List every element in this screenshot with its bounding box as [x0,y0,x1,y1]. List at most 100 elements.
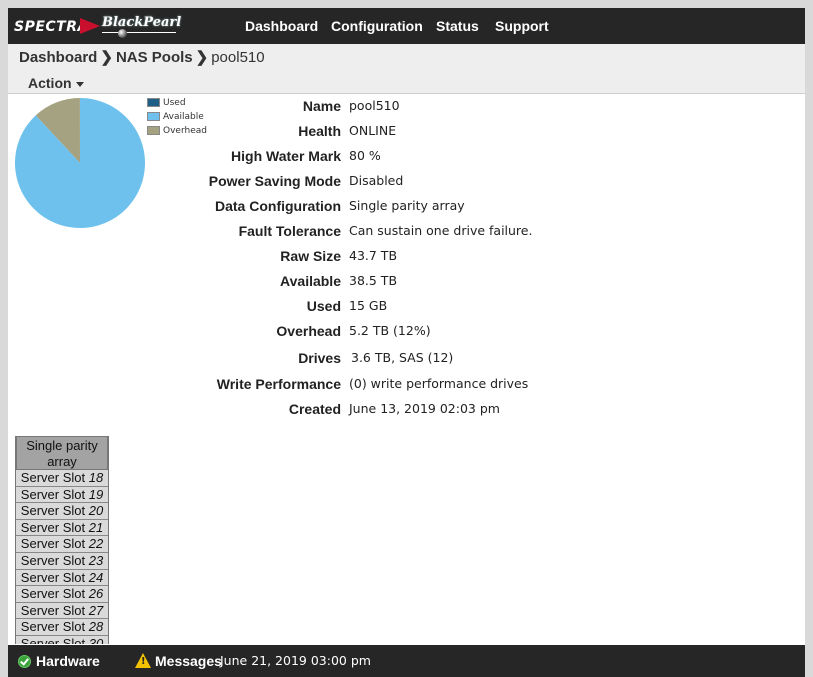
drive-slot-number: 30 [88,635,104,644]
drive-slot-number: 22 [88,536,104,552]
status-bar: Hardware ! Messages June 21, 2019 03:00 … [8,645,805,677]
property-row: Fault Tolerance Can sustain one drive fai… [8,220,805,242]
hardware-status-link[interactable]: Hardware [36,645,100,677]
logo-product: BlackPearl [102,15,182,30]
check-circle-icon [18,655,31,668]
property-value: (0) write performance drives [349,376,529,391]
breadcrumb-separator-icon: ❯ [100,49,113,66]
property-row: Data Configuration Single parity array [8,195,805,217]
property-value: 80 % [349,148,381,163]
drive-slot-row[interactable]: Server Slot 27 [16,602,108,620]
message-timestamp: June 21, 2019 03:00 pm [220,653,371,668]
top-nav-bar: SPECTRA BlackPearl Dashboard Configurati… [8,8,805,44]
nav-status[interactable]: Status [436,8,479,44]
drive-slot-row[interactable]: Server Slot 21 [16,519,108,537]
drive-table-header: Single parity array [16,436,108,470]
drive-slot-number: 24 [88,569,104,585]
drive-slot-number: 21 [88,519,104,535]
breadcrumb-current: pool510 [211,49,265,66]
property-value: 3.6 TB, SAS (12) [351,350,454,365]
property-row: High Water Mark 80 % [8,145,805,167]
property-value: Disabled [349,173,404,188]
property-row: Health ONLINE [8,120,805,142]
property-value: Single parity array [349,198,465,213]
property-label: Raw Size [280,248,341,264]
action-menu-button[interactable]: Action [28,75,84,91]
property-label: Fault Tolerance [238,223,341,239]
property-row: Created June 13, 2019 02:03 pm [8,398,805,420]
breadcrumb: Dashboard ❯ NAS Pools ❯ pool510 [19,48,265,66]
nav-configuration[interactable]: Configuration [331,8,423,44]
property-value: 43.7 TB [349,248,398,263]
caret-down-icon [75,81,84,87]
drive-slot-label: Server Slot [20,470,86,485]
property-label: Write Performance [216,376,341,392]
drive-slot-number: 28 [88,619,104,635]
property-label: Created [288,401,341,417]
breadcrumb-dashboard[interactable]: Dashboard [19,49,97,66]
drive-slot-row[interactable]: Server Slot 22 [16,536,108,553]
logo-swoosh-icon [80,18,100,34]
property-value: ONLINE [349,123,397,138]
drive-slot-number: 20 [88,503,104,519]
drive-slot-number: 26 [88,586,104,602]
property-value: 38.5 TB [349,273,398,288]
property-row: Used 15 GB [8,295,805,317]
property-value: pool510 [349,98,400,113]
drive-slot-label: Server Slot [20,635,86,644]
logo-text: SPECTRA [14,19,89,35]
warning-icon: ! [135,653,151,668]
property-row: Raw Size 43.7 TB [8,245,805,267]
pearl-icon [118,29,127,38]
app-window: SPECTRA BlackPearl Dashboard Configurati… [8,8,805,677]
drive-slot-label: Server Slot [20,619,86,635]
breadcrumb-bar: Dashboard ❯ NAS Pools ❯ pool510 Action [8,44,805,94]
drive-slot-row[interactable]: Server Slot 20 [16,503,108,520]
drive-slot-list: Server Slot 18 Server Slot 19 Server Slot … [16,470,108,644]
property-label: Drives [298,350,341,366]
property-row: Name pool510 [8,95,805,117]
breadcrumb-separator-icon: ❯ [195,49,209,66]
drive-slot-number: 18 [88,470,104,485]
property-label: Power Saving Mode [208,173,341,189]
property-label: Name [302,98,341,114]
drive-slot-label: Server Slot [20,586,86,602]
property-row: Available 38.5 TB [8,270,805,292]
drive-slot-number: 19 [88,486,104,502]
drive-slot-label: Server Slot [20,536,86,552]
property-value: 5.2 TB (12%) [349,323,431,338]
action-label: Action [28,75,72,91]
drive-slot-row[interactable]: Server Slot 26 [16,586,108,603]
nav-support[interactable]: Support [495,8,549,44]
property-label: Health [298,123,341,139]
property-row: Drives 3.6 TB, SAS (12) [8,347,805,369]
property-label: High Water Mark [231,148,341,164]
property-value: June 13, 2019 02:03 pm [349,401,500,416]
drive-slot-label: Server Slot [20,486,86,502]
property-value: 15 GB [349,298,388,313]
drive-slot-row[interactable]: Server Slot 23 [16,552,108,570]
property-label: Data Configuration [215,198,341,214]
drive-slot-label: Server Slot [20,503,86,519]
drive-slot-number: 23 [88,552,104,568]
drive-slot-table: Single parity array Server Slot 18 Server… [15,436,109,644]
drive-slot-row[interactable]: Server Slot 24 [16,569,108,587]
property-label: Available [280,273,341,289]
property-label: Used [306,298,341,314]
drive-slot-number: 27 [88,602,104,618]
spectra-blackpearl-logo[interactable]: SPECTRA BlackPearl [14,14,182,38]
drive-slot-label: Server Slot [20,519,86,535]
drive-slot-label: Server Slot [20,569,86,585]
property-row: Power Saving Mode Disabled [8,170,805,192]
drive-slot-row[interactable]: Server Slot 18 [16,470,108,487]
drive-slot-label: Server Slot [20,552,86,568]
drive-slot-row[interactable]: Server Slot 19 [16,486,108,504]
drive-slot-row[interactable]: Server Slot 28 [16,619,108,636]
nav-dashboard[interactable]: Dashboard [245,8,318,44]
property-label: Overhead [276,323,341,339]
drive-slot-row[interactable]: Server Slot 30 [16,635,108,644]
property-row: Write Performance (0) write performance d… [8,373,805,395]
breadcrumb-nas-pools[interactable]: NAS Pools [116,49,193,66]
property-row: Overhead 5.2 TB (12%) [8,320,805,342]
messages-link[interactable]: Messages [155,645,222,677]
